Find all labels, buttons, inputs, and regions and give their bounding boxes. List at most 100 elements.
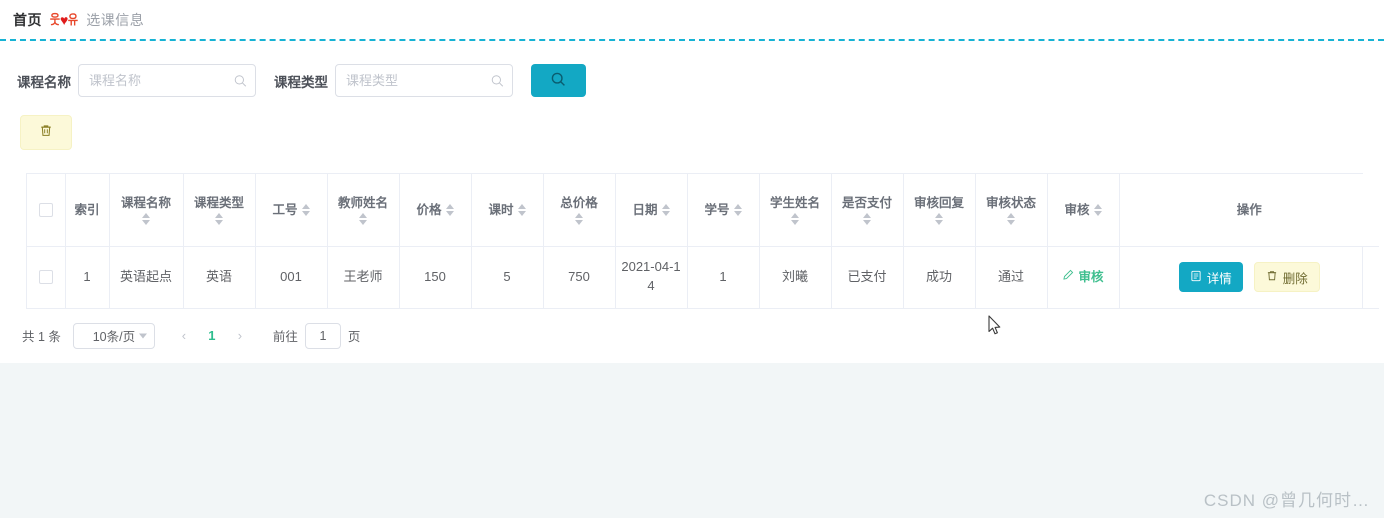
audit-link-label: 审核: [1078, 269, 1104, 284]
table-row: 1 英语起点 英语 001 王老师 150 5 750 2021-04-14 1…: [27, 246, 1379, 309]
course-type-label: 课程类型: [274, 74, 328, 90]
header-total-price[interactable]: 总价格: [543, 174, 616, 247]
page-number-1[interactable]: 1: [201, 325, 223, 347]
sort-caret-icon[interactable]: [445, 203, 454, 216]
person-left-glyph: 웃: [49, 12, 61, 27]
trash-icon: [39, 124, 53, 141]
document-icon: [1190, 270, 1202, 285]
page-size-select[interactable]: 10条/页: [72, 322, 155, 349]
cell-paid: 已支付: [831, 246, 904, 309]
cell-audit-status: 通过: [975, 246, 1048, 309]
cell-hours: 5: [471, 246, 544, 309]
header-label: 教师姓名: [337, 196, 388, 211]
course-name-input-wrapper: [78, 64, 256, 97]
header-label: 操作: [1236, 202, 1262, 217]
course-name-label: 课程名称: [17, 74, 71, 90]
header-course-name[interactable]: 课程名称: [109, 174, 184, 247]
course-type-input[interactable]: [335, 64, 513, 97]
header-teacher-name[interactable]: 教师姓名: [327, 174, 400, 247]
cell-audit-reply: 成功: [903, 246, 976, 309]
breadcrumb: 首页 웃 ♥ 유 选课信息: [0, 0, 1384, 41]
cell-audit-action: 审核: [1047, 246, 1120, 309]
header-label: 总价格: [560, 196, 598, 211]
header-label: 课程类型: [193, 196, 244, 211]
header-label: 工号: [272, 202, 298, 217]
chevron-down-icon: [138, 333, 147, 338]
sort-caret-icon[interactable]: [1006, 213, 1015, 226]
cell-date: 2021-04-14: [615, 246, 688, 309]
pagination: 共 1 条 10条/页 ‹ 1 › 前往 页: [0, 309, 1384, 349]
header-label: 学生姓名: [769, 196, 820, 211]
header-label: 审核: [1064, 202, 1090, 217]
cell-course-type: 英语: [183, 246, 256, 309]
header-select-all[interactable]: [27, 174, 66, 247]
cell-course-name: 英语起点: [109, 246, 184, 309]
sort-caret-icon[interactable]: [517, 203, 526, 216]
search-button[interactable]: [531, 64, 586, 97]
header-operations: 操作: [1119, 174, 1379, 247]
select-all-checkbox[interactable]: [38, 203, 53, 218]
cell-student-id: 1: [687, 246, 760, 309]
header-label: 课程名称: [120, 196, 171, 211]
header-label: 索引: [74, 202, 100, 217]
next-page-button[interactable]: ›: [229, 325, 251, 347]
detail-button[interactable]: 详情: [1178, 262, 1243, 292]
header-course-type[interactable]: 课程类型: [183, 174, 256, 247]
header-paid[interactable]: 是否支付: [831, 174, 904, 247]
jump-label: 前往: [272, 330, 298, 344]
table-body: 1 英语起点 英语 001 王老师 150 5 750 2021-04-14 1…: [27, 246, 1379, 309]
table-header-row: 索引 课程名称 课程类型 工号 教师姓名 价格 课时 总价格 日期 学号 学生姓…: [27, 174, 1379, 247]
trash-icon: [1266, 270, 1278, 285]
search-form: 课程名称 课程类型: [0, 41, 1384, 97]
cell-index: 1: [65, 246, 110, 309]
header-student-id[interactable]: 学号: [687, 174, 760, 247]
course-name-input[interactable]: [78, 64, 256, 97]
main-panel: 课程名称 课程类型: [0, 41, 1384, 363]
prev-page-button[interactable]: ‹: [173, 325, 195, 347]
header-date[interactable]: 日期: [615, 174, 688, 247]
header-teacher-id[interactable]: 工号: [255, 174, 328, 247]
cell-teacher-id: 001: [255, 246, 328, 309]
header-label: 学号: [704, 202, 730, 217]
delete-button[interactable]: 删除: [1253, 262, 1320, 292]
page-size-value: 10条/页: [92, 330, 136, 344]
sort-caret-icon[interactable]: [301, 203, 310, 216]
sort-caret-icon[interactable]: [214, 213, 223, 226]
header-audit-reply[interactable]: 审核回复: [903, 174, 976, 247]
sort-caret-icon[interactable]: [862, 213, 871, 226]
sort-caret-icon[interactable]: [141, 213, 150, 226]
header-price[interactable]: 价格: [399, 174, 472, 247]
sort-caret-icon[interactable]: [574, 213, 583, 226]
jump-page-input[interactable]: [304, 322, 341, 349]
cell-price: 150: [399, 246, 472, 309]
edit-pencil-icon: [1062, 268, 1074, 286]
header-audit-status[interactable]: 审核状态: [975, 174, 1048, 247]
pagination-total: 共 1 条: [22, 330, 61, 344]
header-hours[interactable]: 课时: [471, 174, 544, 247]
row-checkbox[interactable]: [38, 270, 53, 285]
watermark: CSDN @曾几何时…: [1203, 491, 1370, 510]
data-table-wrapper: 索引 课程名称 课程类型 工号 教师姓名 价格 课时 总价格 日期 学号 学生姓…: [26, 173, 1379, 309]
course-type-input-wrapper: [335, 64, 513, 97]
bulk-delete-button[interactable]: [20, 115, 72, 150]
jump-suffix: 页: [347, 330, 361, 344]
breadcrumb-separator-heart-icon: 웃 ♥ 유: [49, 13, 79, 27]
header-label: 课时: [488, 202, 514, 217]
cell-teacher-name: 王老师: [327, 246, 400, 309]
operation-buttons: 详情 删除: [1123, 262, 1377, 292]
header-student-name[interactable]: 学生姓名: [759, 174, 832, 247]
sort-caret-icon[interactable]: [934, 213, 943, 226]
header-index: 索引: [65, 174, 110, 247]
breadcrumb-current: 选课信息: [86, 11, 145, 28]
sort-caret-icon[interactable]: [790, 213, 799, 226]
header-audit[interactable]: 审核: [1047, 174, 1120, 247]
sort-caret-icon[interactable]: [1093, 203, 1102, 216]
sort-caret-icon[interactable]: [661, 203, 670, 216]
breadcrumb-home-link[interactable]: 首页: [13, 10, 42, 30]
delete-button-label: 删除: [1282, 271, 1308, 286]
sort-caret-icon[interactable]: [358, 213, 367, 226]
audit-link[interactable]: 审核: [1062, 268, 1104, 286]
cell-row-checkbox[interactable]: [27, 246, 66, 309]
sort-caret-icon[interactable]: [733, 203, 742, 216]
table-toolbar: [0, 97, 1384, 150]
